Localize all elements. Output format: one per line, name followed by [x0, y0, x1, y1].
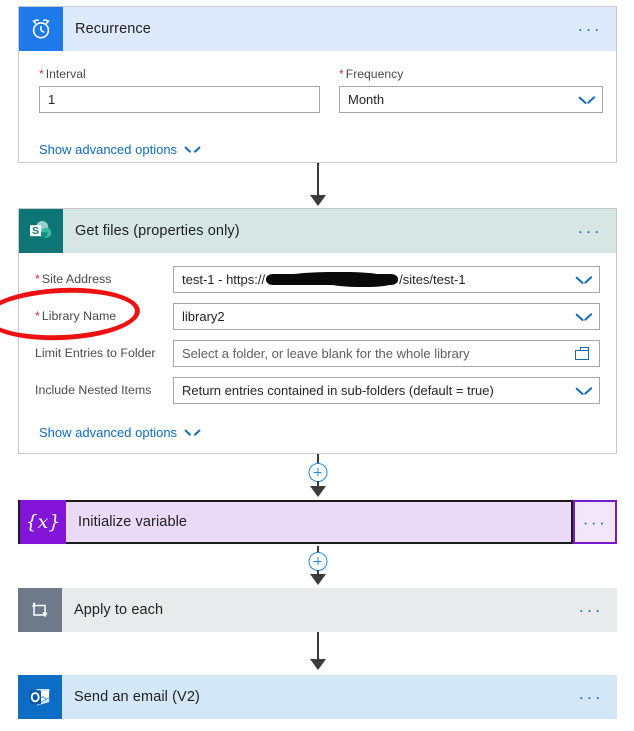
- sharepoint-icon: S: [19, 209, 63, 253]
- chevron-down-icon[interactable]: [185, 145, 200, 154]
- flow-step-card-get-files[interactable]: S Get files (properties only) ··· * Site …: [18, 208, 617, 454]
- include-nested-items-value: Return entries contained in sub-folders …: [182, 382, 494, 398]
- field-label-include-nested-items: Include Nested Items: [35, 383, 152, 397]
- recurrence-form: * Interval 1 * Frequency Month Show advanc…: [19, 51, 616, 157]
- connector-arrowhead: [310, 574, 326, 585]
- field-label-frequency: * Frequency: [339, 67, 404, 81]
- add-step-button[interactable]: [308, 552, 328, 571]
- frequency-dropdown[interactable]: Month: [339, 86, 603, 113]
- connector-arrowhead: [310, 195, 326, 206]
- show-advanced-options-label: Show advanced options: [39, 142, 178, 157]
- chevron-down-icon[interactable]: [576, 275, 591, 284]
- flow-step-card-recurrence[interactable]: Recurrence ··· * Interval 1 * Frequency Mo…: [18, 6, 617, 163]
- connector-line: [317, 163, 320, 199]
- required-asterisk: *: [39, 67, 44, 81]
- interval-input[interactable]: 1: [39, 86, 320, 113]
- card-title-apply-to-each: Apply to each: [74, 602, 164, 618]
- site-address-dropdown[interactable]: test-1 - https:// /sites/test-1: [173, 265, 600, 293]
- field-include-nested-items: Include Nested Items Return entries cont…: [35, 376, 600, 404]
- svg-text:S: S: [32, 225, 39, 237]
- interval-value: 1: [48, 92, 56, 107]
- chevron-down-icon[interactable]: [579, 95, 594, 104]
- connector-line: [317, 632, 320, 662]
- loop-icon: [18, 588, 62, 632]
- add-step-button[interactable]: [308, 463, 328, 482]
- ellipsis-icon: ···: [582, 512, 608, 532]
- card-header-recurrence[interactable]: Recurrence ···: [19, 7, 616, 51]
- variable-braces-glyph: {x}: [25, 510, 61, 533]
- field-library-name: * Library Name library2: [35, 302, 600, 330]
- field-label-limit-entries-to-folder: Limit Entries to Folder: [35, 346, 156, 360]
- alarm-clock-icon: [19, 7, 63, 51]
- get-files-form: * Site Address test-1 - https:// /sites/te…: [19, 253, 616, 442]
- include-nested-items-dropdown[interactable]: Return entries contained in sub-folders …: [173, 376, 600, 404]
- show-advanced-options-get-files[interactable]: Show advanced options: [35, 413, 600, 442]
- flow-step-card-apply-to-each[interactable]: Apply to each ···: [18, 588, 617, 632]
- card-menu-button-send-an-email[interactable]: ···: [579, 689, 603, 706]
- required-asterisk: *: [35, 272, 40, 286]
- chevron-down-icon[interactable]: [576, 312, 591, 321]
- required-asterisk: *: [339, 67, 344, 81]
- card-title-initialize-variable: Initialize variable: [78, 514, 188, 530]
- redaction-mark: [266, 273, 399, 285]
- connector-arrowhead: [310, 486, 326, 497]
- show-advanced-options-label: Show advanced options: [39, 425, 178, 440]
- field-label-interval: * Interval: [39, 67, 86, 81]
- field-site-address: * Site Address test-1 - https:// /sites/te…: [35, 265, 600, 293]
- flow-step-card-send-an-email[interactable]: Send an email (V2) ···: [18, 675, 617, 719]
- connector-arrowhead: [310, 659, 326, 670]
- required-asterisk: *: [35, 309, 40, 323]
- chevron-down-icon[interactable]: [576, 386, 591, 395]
- flow-designer-canvas: Recurrence ··· * Interval 1 * Frequency Mo…: [0, 0, 634, 731]
- card-menu-button-recurrence[interactable]: ···: [578, 21, 602, 38]
- outlook-icon: [18, 675, 62, 719]
- field-limit-entries-to-folder: Limit Entries to Folder Select a folder,…: [35, 339, 600, 367]
- card-title-recurrence: Recurrence: [75, 21, 151, 37]
- card-menu-button-get-files[interactable]: ···: [578, 223, 602, 240]
- site-address-suffix: /sites/test-1: [399, 271, 466, 287]
- field-frequency: * Frequency Month: [339, 67, 603, 113]
- frequency-value: Month: [348, 92, 385, 107]
- limit-entries-input[interactable]: Select a folder, or leave blank for the …: [173, 339, 600, 367]
- site-address-prefix: test-1 - https://: [182, 271, 266, 287]
- library-name-value: library2: [182, 308, 225, 324]
- variable-braces-icon: {x}: [20, 500, 66, 544]
- show-advanced-options-recurrence[interactable]: Show advanced options: [39, 141, 200, 159]
- field-label-library-name: * Library Name: [35, 309, 117, 323]
- flow-step-card-initialize-variable[interactable]: {x} Initialize variable: [18, 500, 573, 544]
- card-title-get-files: Get files (properties only): [75, 223, 240, 239]
- library-name-dropdown[interactable]: library2: [173, 302, 600, 330]
- site-address-value: test-1 - https:// /sites/test-1: [182, 272, 576, 287]
- chevron-down-icon[interactable]: [185, 428, 200, 437]
- card-header-get-files[interactable]: S Get files (properties only) ···: [19, 209, 616, 253]
- card-menu-button-initialize-variable[interactable]: ···: [573, 500, 617, 544]
- folder-picker-icon[interactable]: [575, 346, 591, 360]
- limit-entries-placeholder: Select a folder, or leave blank for the …: [182, 345, 470, 361]
- card-menu-button-apply-to-each[interactable]: ···: [579, 602, 603, 619]
- field-label-site-address: * Site Address: [35, 272, 112, 286]
- field-interval: * Interval 1: [39, 67, 320, 113]
- card-title-send-an-email: Send an email (V2): [74, 689, 200, 705]
